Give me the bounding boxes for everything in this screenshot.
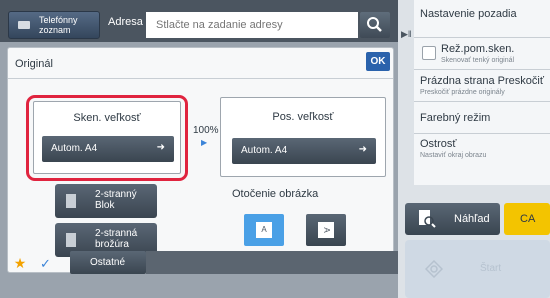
ok-button[interactable]: OK — [366, 52, 390, 71]
address-input[interactable] — [146, 12, 358, 38]
start-icon — [425, 260, 443, 278]
setting-thin-scan-subtitle: Skenovať tenký originál — [441, 57, 515, 64]
setting-background-label: Nastavenie pozadia — [420, 8, 517, 20]
setting-sharpness-label: Ostrosť — [420, 138, 457, 150]
other-button[interactable]: Ostatné — [70, 251, 146, 274]
check-icon[interactable]: ✓ — [40, 256, 51, 272]
bottom-bar-strip — [146, 251, 398, 274]
page-rotated-icon: A — [318, 222, 334, 238]
send-size-header: Pos. veľkosť — [272, 111, 334, 123]
preview-icon — [419, 210, 436, 228]
preview-button[interactable]: Náhľad — [405, 203, 500, 235]
setting-background[interactable]: Nastavenie pozadia — [414, 0, 550, 38]
ratio-value: 100% — [193, 125, 219, 136]
collapse-arrow-icon[interactable]: ▶‖ — [401, 29, 412, 40]
scan-size-highlight — [26, 95, 188, 181]
setting-blank-skip-subtitle: Preskočiť prázdne originály — [420, 89, 505, 96]
setting-thin-scan-label: Rež.pom.sken. — [441, 43, 515, 55]
send-size-button[interactable]: Autom. A4 ➜ — [232, 138, 376, 164]
page-upright-icon: A — [256, 222, 272, 238]
search-button[interactable] — [360, 12, 390, 38]
duplex-block-label: 2-stranný Blok — [95, 189, 137, 211]
address-book-label: Telefónny zoznam — [39, 15, 78, 35]
other-label: Ostatné — [90, 257, 126, 268]
address-label: Adresa — [108, 16, 143, 28]
address-book-icon — [18, 21, 30, 29]
rotation-label: Otočenie obrázka — [232, 188, 319, 200]
duplex-booklet-icon — [66, 233, 76, 247]
thin-scan-checkbox[interactable] — [422, 46, 436, 60]
dialog-divider — [8, 78, 393, 79]
setting-blank-skip-label: Prázdna strana Preskočiť — [420, 75, 544, 87]
settings-list: Nastavenie pozadia Rež.pom.sken. Skenova… — [414, 0, 550, 185]
arrow-right-icon: ➜ — [358, 144, 367, 155]
setting-blank-skip[interactable]: Prázdna strana Preskočiť Preskočiť prázd… — [414, 70, 550, 102]
duplex-block-icon — [66, 194, 76, 208]
search-icon — [367, 17, 382, 32]
preview-label: Náhľad — [454, 213, 490, 225]
start-label: Štart — [480, 263, 502, 274]
ca-button[interactable]: CA — [504, 203, 550, 235]
setting-sharpness[interactable]: Ostrosť Nastaviť okraj obrazu — [414, 134, 550, 170]
rotation-rotated-button[interactable]: A — [306, 214, 346, 246]
setting-thin-scan[interactable]: Rež.pom.sken. Skenovať tenký originál — [414, 38, 550, 70]
star-icon[interactable]: ★ — [10, 255, 30, 272]
setting-color-mode-label: Farebný režim — [420, 112, 491, 124]
duplex-booklet-label: 2-stranná brožúra — [95, 228, 138, 250]
send-size-panel: Pos. veľkosť Autom. A4 ➜ — [220, 97, 386, 177]
ca-label: CA — [520, 213, 536, 225]
start-button[interactable]: Štart — [405, 240, 550, 298]
send-size-value: Autom. A4 — [241, 145, 288, 156]
address-book-button[interactable]: Telefónny zoznam — [8, 11, 100, 39]
dialog-title: Originál — [15, 58, 53, 70]
setting-color-mode[interactable]: Farebný režim — [414, 102, 550, 134]
setting-sharpness-subtitle: Nastaviť okraj obrazu — [420, 152, 487, 159]
ratio-arrow-icon: ▶ — [201, 138, 208, 147]
rotation-normal-button[interactable]: A — [244, 214, 284, 246]
duplex-block-button[interactable]: 2-stranný Blok — [55, 184, 157, 218]
